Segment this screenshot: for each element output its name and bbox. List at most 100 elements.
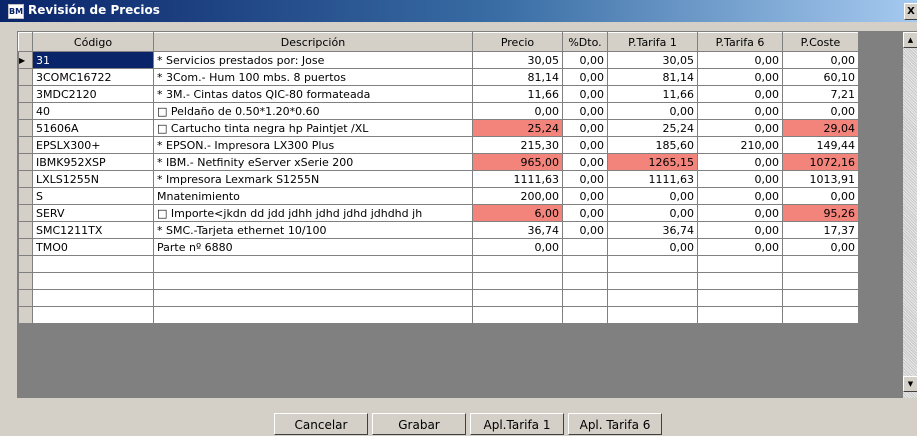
cell-codigo[interactable]: TMO0 <box>32 238 154 256</box>
empty-row[interactable] <box>18 272 859 290</box>
table-row[interactable]: ▶ 31 * Servicios prestados por: Jose 30,05 0… <box>18 51 859 69</box>
cell-tarifa6[interactable]: 0,00 <box>697 119 783 137</box>
cell-tarifa1[interactable]: 11,66 <box>607 85 698 103</box>
empty-cell[interactable] <box>782 255 859 273</box>
cell-coste[interactable]: 1013,91 <box>782 170 859 188</box>
empty-cell[interactable] <box>607 272 698 290</box>
cell-tarifa6[interactable]: 210,00 <box>697 136 783 154</box>
cell-tarifa1[interactable]: 0,00 <box>607 102 698 120</box>
cell-tarifa1[interactable]: 81,14 <box>607 68 698 86</box>
empty-row[interactable] <box>18 289 859 307</box>
cell-tarifa6[interactable]: 0,00 <box>697 51 783 69</box>
cell-tarifa1[interactable]: 1111,63 <box>607 170 698 188</box>
empty-cell[interactable] <box>782 272 859 290</box>
cell-codigo[interactable]: 40 <box>32 102 154 120</box>
cell-tarifa6[interactable]: 0,00 <box>697 153 783 171</box>
cell-precio[interactable]: 0,00 <box>472 238 563 256</box>
cell-coste[interactable]: 17,37 <box>782 221 859 239</box>
empty-cell[interactable] <box>782 289 859 307</box>
empty-cell[interactable] <box>32 306 154 324</box>
row-indicator[interactable] <box>18 255 33 273</box>
scroll-down-arrow-icon[interactable]: ▼ <box>903 376 917 392</box>
cell-dto[interactable]: 0,00 <box>562 119 608 137</box>
empty-cell[interactable] <box>153 272 473 290</box>
cell-tarifa6[interactable]: 0,00 <box>697 85 783 103</box>
column-header-tarifa6[interactable]: P.Tarifa 6 <box>697 32 783 52</box>
cell-descripcion[interactable]: * 3Com.- Hum 100 mbs. 8 puertos <box>153 68 473 86</box>
cell-precio[interactable]: 215,30 <box>472 136 563 154</box>
empty-row[interactable] <box>18 255 859 273</box>
empty-cell[interactable] <box>32 289 154 307</box>
cell-codigo[interactable]: 51606A <box>32 119 154 137</box>
table-row[interactable]: S Mnatenimiento 200,00 0,00 0,00 0,00 0,00 <box>18 187 859 205</box>
column-header-descripcion[interactable]: Descripción <box>153 32 473 52</box>
cell-tarifa1[interactable]: 185,60 <box>607 136 698 154</box>
empty-cell[interactable] <box>697 255 783 273</box>
cell-codigo[interactable]: LXLS1255N <box>32 170 154 188</box>
column-header-codigo[interactable]: Código <box>32 32 154 52</box>
cell-codigo[interactable]: 3COMC16722 <box>32 68 154 86</box>
cell-dto[interactable] <box>562 238 608 256</box>
cell-precio[interactable]: 200,00 <box>472 187 563 205</box>
cell-precio[interactable]: 36,74 <box>472 221 563 239</box>
table-row[interactable]: 51606A □ Cartucho tinta negra hp Paintjet… <box>18 119 859 137</box>
cell-descripcion[interactable]: * SMC.-Tarjeta ethernet 10/100 <box>153 221 473 239</box>
cell-codigo[interactable]: IBMK952XSP <box>32 153 154 171</box>
table-row[interactable]: SMC1211TX * SMC.-Tarjeta ethernet 10/100 3… <box>18 221 859 239</box>
cell-descripcion[interactable]: * Impresora Lexmark S1255N <box>153 170 473 188</box>
scroll-up-arrow-icon[interactable]: ▲ <box>903 32 917 48</box>
cell-descripcion[interactable]: □ Importe<jkdn dd jdd jdhh jdhd jdhd jdh… <box>153 204 473 222</box>
cell-precio[interactable]: 1111,63 <box>472 170 563 188</box>
row-indicator[interactable] <box>18 85 33 103</box>
row-indicator[interactable] <box>18 272 33 290</box>
empty-cell[interactable] <box>472 306 563 324</box>
cell-coste[interactable]: 95,26 <box>782 204 859 222</box>
cell-codigo[interactable]: SERV <box>32 204 154 222</box>
empty-cell[interactable] <box>472 272 563 290</box>
table-row[interactable]: 40 □ Peldaño de 0.50*1.20*0.60 0,00 0,00 0,0… <box>18 102 859 120</box>
empty-cell[interactable] <box>607 306 698 324</box>
cell-descripcion[interactable]: □ Cartucho tinta negra hp Paintjet /XL <box>153 119 473 137</box>
cell-coste[interactable]: 0,00 <box>782 102 859 120</box>
cell-coste[interactable]: 0,00 <box>782 51 859 69</box>
cell-descripcion[interactable]: * Servicios prestados por: Jose <box>153 51 473 69</box>
empty-cell[interactable] <box>32 272 154 290</box>
cell-tarifa1[interactable]: 0,00 <box>607 238 698 256</box>
cell-descripcion[interactable]: * EPSON.- Impresora LX300 Plus <box>153 136 473 154</box>
empty-cell[interactable] <box>562 306 608 324</box>
cell-precio[interactable]: 81,14 <box>472 68 563 86</box>
empty-cell[interactable] <box>153 289 473 307</box>
table-row[interactable]: LXLS1255N * Impresora Lexmark S1255N 1111,… <box>18 170 859 188</box>
cell-coste[interactable]: 60,10 <box>782 68 859 86</box>
cell-tarifa6[interactable]: 0,00 <box>697 187 783 205</box>
table-row[interactable]: 3MDC2120 * 3M.- Cintas datos QIC-80 forma… <box>18 85 859 103</box>
empty-cell[interactable] <box>562 272 608 290</box>
row-indicator[interactable] <box>18 204 33 222</box>
cell-dto[interactable]: 0,00 <box>562 136 608 154</box>
empty-cell[interactable] <box>607 289 698 307</box>
cell-dto[interactable]: 0,00 <box>562 68 608 86</box>
cell-dto[interactable]: 0,00 <box>562 204 608 222</box>
cell-descripcion[interactable]: □ Peldaño de 0.50*1.20*0.60 <box>153 102 473 120</box>
cell-codigo[interactable]: S <box>32 187 154 205</box>
row-indicator[interactable] <box>18 238 33 256</box>
cell-dto[interactable]: 0,00 <box>562 153 608 171</box>
empty-cell[interactable] <box>607 255 698 273</box>
empty-cell[interactable] <box>697 289 783 307</box>
empty-cell[interactable] <box>472 255 563 273</box>
cell-tarifa1[interactable]: 0,00 <box>607 187 698 205</box>
table-row[interactable]: 3COMC16722 * 3Com.- Hum 100 mbs. 8 puerto… <box>18 68 859 86</box>
row-indicator[interactable] <box>18 170 33 188</box>
cell-tarifa6[interactable]: 0,00 <box>697 68 783 86</box>
empty-row[interactable] <box>18 306 859 324</box>
cell-tarifa6[interactable]: 0,00 <box>697 238 783 256</box>
cell-descripcion[interactable]: * IBM.- Netfinity eServer xSerie 200 <box>153 153 473 171</box>
row-indicator[interactable] <box>18 289 33 307</box>
row-indicator[interactable] <box>18 221 33 239</box>
cell-coste[interactable]: 7,21 <box>782 85 859 103</box>
column-header-coste[interactable]: P.Coste <box>782 32 859 52</box>
empty-cell[interactable] <box>32 255 154 273</box>
cell-tarifa1[interactable]: 36,74 <box>607 221 698 239</box>
cell-tarifa1[interactable]: 0,00 <box>607 204 698 222</box>
empty-cell[interactable] <box>472 289 563 307</box>
